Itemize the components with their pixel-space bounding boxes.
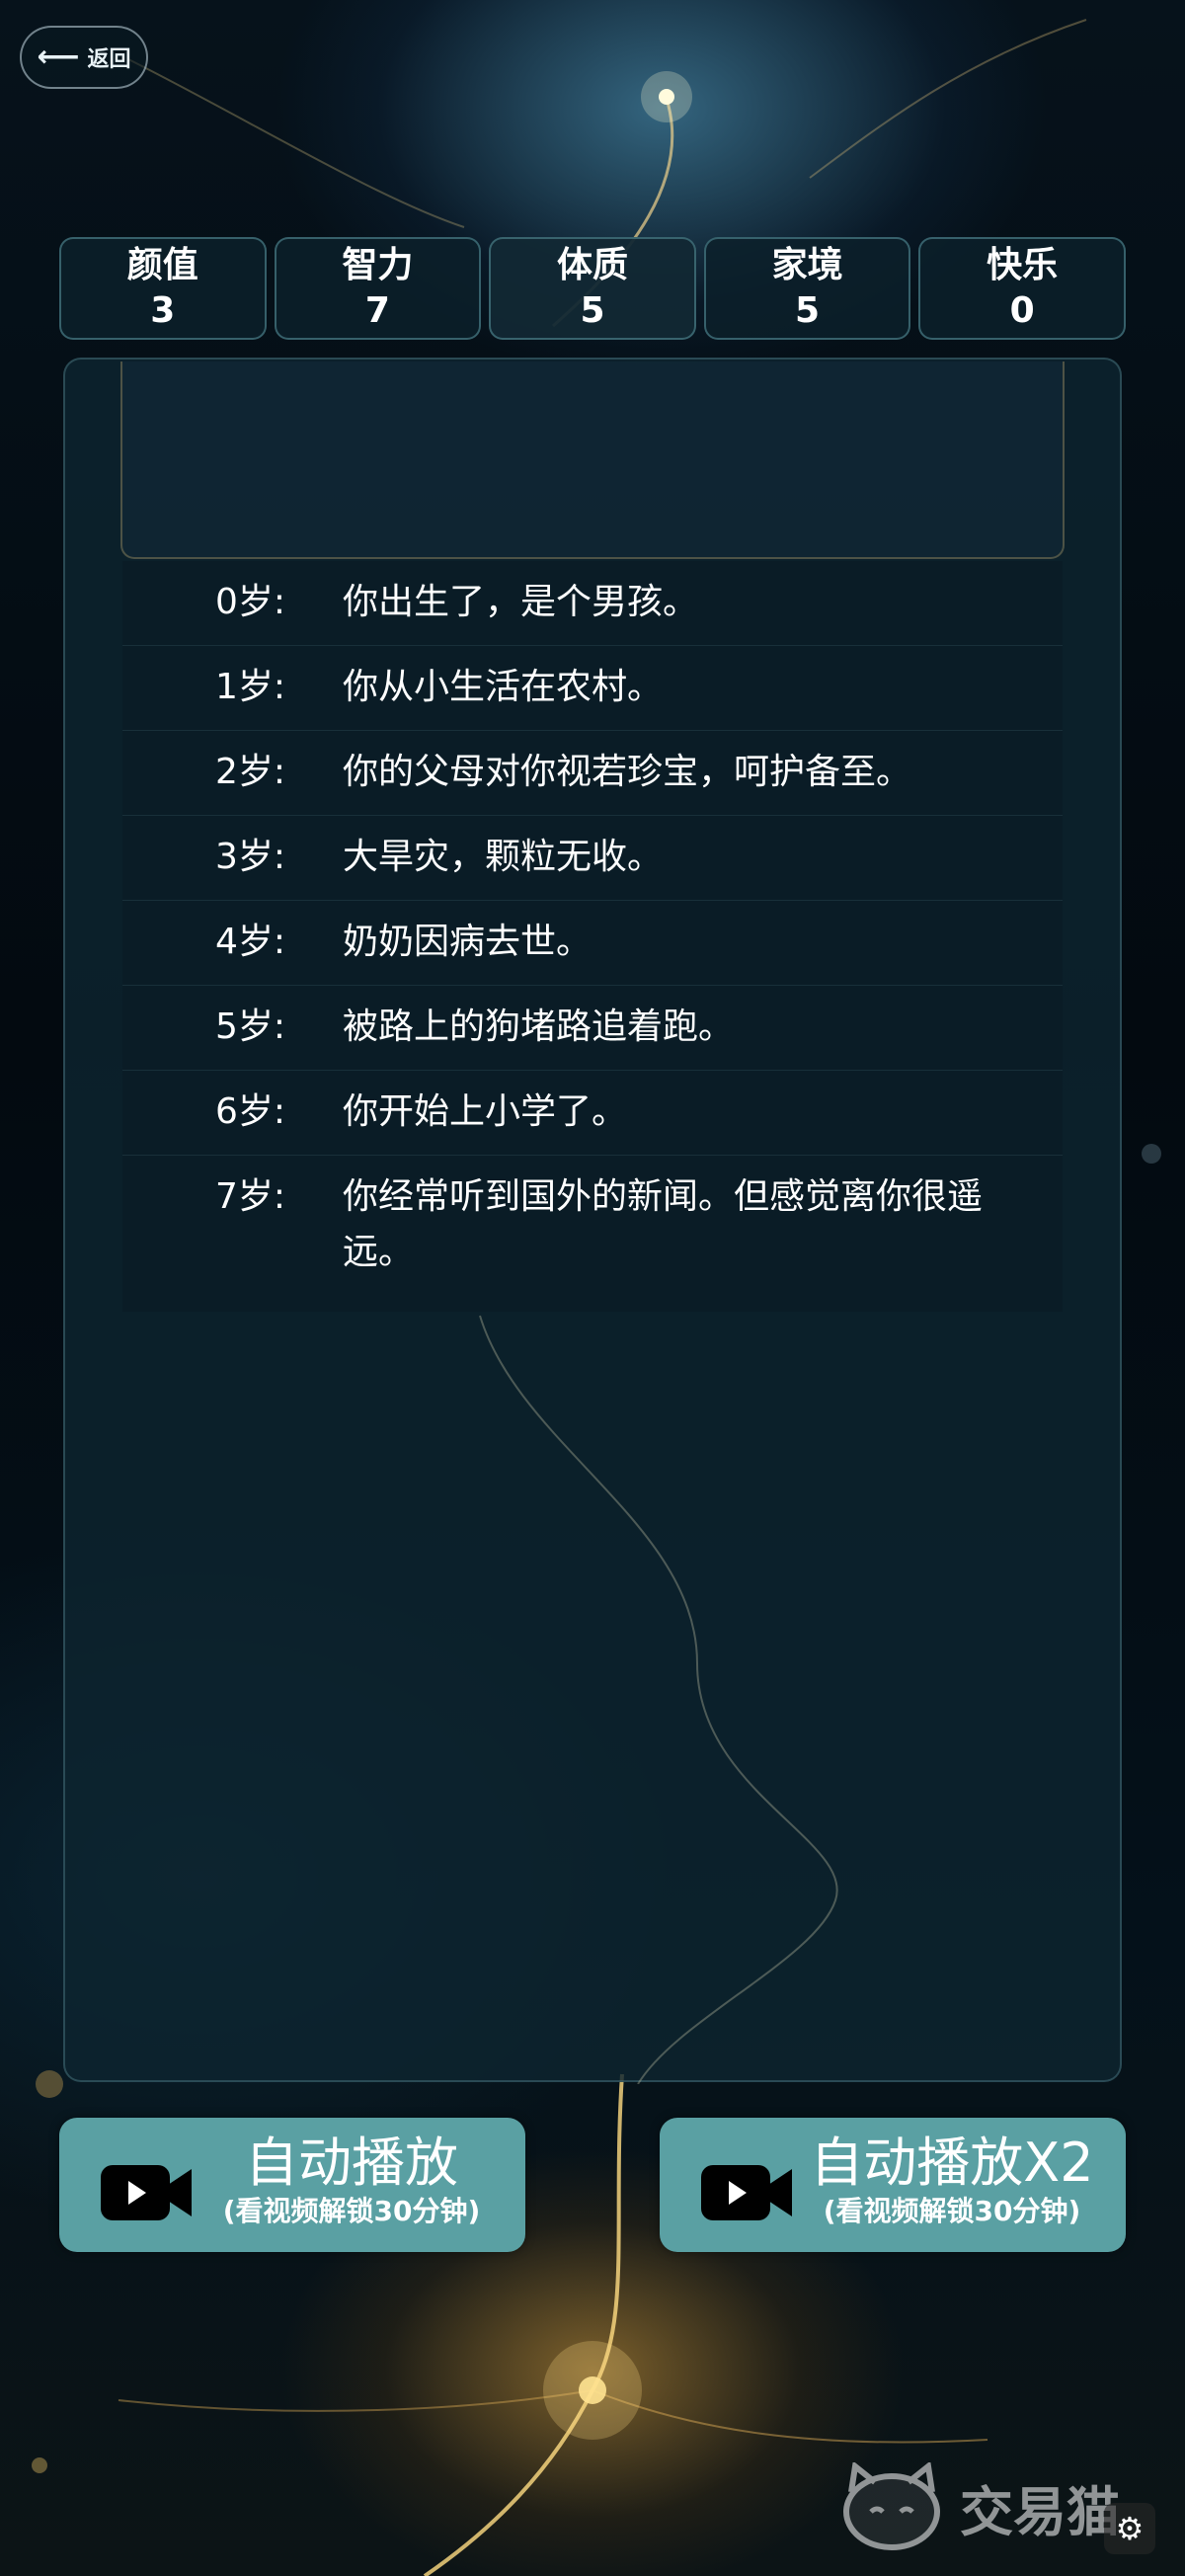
autoplay-button[interactable]: 自动播放 (看视频解锁30分钟) (59, 2118, 525, 2252)
event-age: 6岁: (214, 1091, 285, 1132)
event-age: 5岁: (214, 1006, 285, 1047)
life-event-list: 0岁: 你出生了，是个男孩。 1岁: 你从小生活在农村。 2岁: 你的父母对你视… (122, 561, 1063, 1312)
stat-happiness: 快乐 0 (918, 237, 1126, 340)
event-text: 你从小生活在农村。 (343, 667, 664, 707)
event-text: 被路上的狗堵路追着跑。 (343, 1006, 735, 1047)
video-camera-icon (701, 2165, 792, 2220)
watermark-text: 交易猫 (960, 2480, 1120, 2543)
autoplay-x2-button[interactable]: 自动播放X2 (看视频解锁30分钟) (660, 2118, 1126, 2252)
list-item: 7岁: 你经常听到国外的新闻。但感觉离你很遥远。 (122, 1156, 1063, 1312)
stat-label: 体质 (556, 245, 628, 285)
event-text: 你出生了，是个男孩。 (343, 582, 699, 622)
event-text: 奶奶因病去世。 (343, 922, 592, 962)
list-item: 6岁: 你开始上小学了。 (122, 1071, 1063, 1156)
stat-label: 颜值 (126, 245, 198, 285)
list-item: 0岁: 你出生了，是个男孩。 (122, 561, 1063, 646)
stat-label: 智力 (342, 245, 414, 285)
list-item: 2岁: 你的父母对你视若珍宝，呵护备至。 (122, 731, 1063, 816)
autoplay-x2-title: 自动播放X2 (810, 2132, 1094, 2194)
stat-value: 5 (795, 290, 821, 331)
stat-label: 家境 (771, 245, 843, 285)
event-age: 4岁: (214, 922, 285, 962)
stat-family: 家境 5 (703, 237, 911, 340)
stat-value: 0 (1009, 290, 1035, 331)
autoplay-x2-button-text: 自动播放X2 (看视频解锁30分钟) (788, 2132, 1116, 2228)
event-age: 0岁: (214, 582, 285, 622)
event-text: 大旱灾，颗粒无收。 (343, 837, 664, 877)
list-item: 3岁: 大旱灾，颗粒无收。 (122, 816, 1063, 901)
cat-logo-icon (843, 2462, 940, 2550)
autoplay-title: 自动播放 (245, 2132, 458, 2194)
panel-header-area (120, 362, 1065, 559)
list-item: 5岁: 被路上的狗堵路追着跑。 (122, 986, 1063, 1071)
stat-value: 5 (580, 290, 605, 331)
watermark: 交易猫 (837, 2457, 1134, 2556)
video-camera-icon (101, 2165, 192, 2220)
autoplay-button-text: 自动播放 (看视频解锁30分钟) (188, 2132, 515, 2228)
event-age: 1岁: (214, 667, 285, 707)
life-events-panel[interactable]: 0岁: 你出生了，是个男孩。 1岁: 你从小生活在农村。 2岁: 你的父母对你视… (63, 358, 1122, 2084)
list-item: 1岁: 你从小生活在农村。 (122, 646, 1063, 731)
autoplay-subtitle: (看视频解锁30分钟) (222, 2195, 481, 2227)
autoplay-x2-subtitle: (看视频解锁30分钟) (823, 2195, 1081, 2227)
list-item: 4岁: 奶奶因病去世。 (122, 901, 1063, 986)
stat-label: 快乐 (987, 245, 1059, 285)
event-text: 你开始上小学了。 (343, 1091, 628, 1132)
event-text: 你经常听到国外的新闻。但感觉离你很遥远。 (343, 1176, 984, 1272)
attribute-stats-bar: 颜值 3 智力 7 体质 5 家境 5 快乐 0 (59, 237, 1126, 340)
stat-appearance: 颜值 3 (59, 237, 267, 340)
stat-value: 7 (364, 290, 390, 331)
stat-value: 3 (150, 290, 176, 331)
event-age: 7岁: (214, 1176, 285, 1217)
stat-constitution: 体质 5 (489, 237, 696, 340)
back-arrow-icon: ⟵ (37, 40, 80, 74)
event-age: 2岁: (214, 752, 285, 792)
event-text: 你的父母对你视若珍宝，呵护备至。 (343, 752, 912, 792)
event-age: 3岁: (214, 837, 285, 877)
back-label: 返回 (87, 47, 131, 72)
stat-intelligence: 智力 7 (274, 237, 482, 340)
gear-icon[interactable]: ⚙ (1104, 2503, 1155, 2554)
back-button[interactable]: ⟵ 返回 (20, 26, 148, 89)
